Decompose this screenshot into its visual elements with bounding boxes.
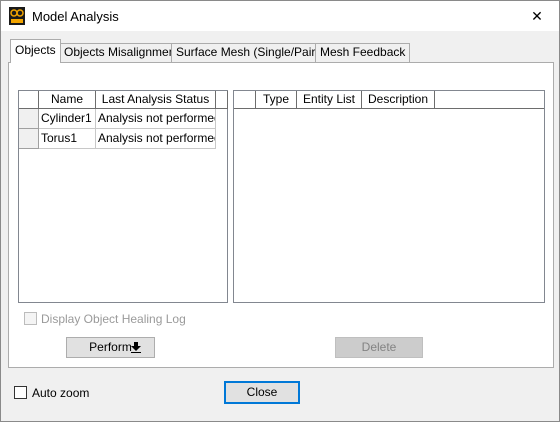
table-cell-status[interactable]: Analysis not performed	[96, 129, 216, 149]
tab-surface-mesh[interactable]: Surface Mesh (Single/Pairs)	[171, 43, 331, 62]
window-title: Model Analysis	[32, 9, 119, 24]
table-cell-status[interactable]: Analysis not performed	[96, 109, 216, 129]
tab-objects-misalignment[interactable]: Objects Misalignment	[59, 43, 184, 62]
tab-mesh-feedback[interactable]: Mesh Feedback	[315, 43, 411, 62]
column-header-entity-list[interactable]: Entity List	[297, 91, 362, 109]
auto-zoom-checkbox[interactable]	[14, 386, 27, 399]
column-header-filler	[216, 91, 228, 109]
app-logo-icon	[9, 7, 25, 25]
title-bar: Model Analysis ✕	[1, 1, 559, 31]
objects-table[interactable]: Name Last Analysis Status Cylinder1 Anal…	[18, 90, 228, 303]
column-header-filler	[435, 91, 544, 109]
results-table[interactable]: Type Entity List Description	[233, 90, 545, 303]
tab-objects-misalignment-label: Objects Misalignment	[64, 45, 179, 59]
perform-button-label: Perform	[89, 340, 132, 354]
row-header[interactable]	[19, 109, 39, 129]
auto-zoom-label: Auto zoom	[32, 386, 90, 400]
tab-objects-label: Objects	[15, 43, 56, 57]
close-button-label: Close	[246, 385, 278, 399]
table-cell-name[interactable]: Torus1	[39, 129, 96, 149]
objects-table-corner	[19, 91, 39, 109]
display-healing-log-label: Display Object Healing Log	[41, 312, 186, 326]
objects-tab-panel: Name Last Analysis Status Cylinder1 Anal…	[8, 62, 554, 368]
perform-button[interactable]: Perform	[66, 337, 155, 358]
arrow-down-icon	[131, 342, 141, 353]
tab-objects[interactable]: Objects	[10, 39, 61, 63]
delete-button-label: Delete	[361, 340, 397, 354]
table-cell-name[interactable]: Cylinder1	[39, 109, 96, 129]
row-header[interactable]	[19, 129, 39, 149]
close-window-icon[interactable]: ✕	[524, 6, 550, 26]
display-healing-log-checkbox[interactable]	[24, 312, 37, 325]
tab-surface-mesh-label: Surface Mesh (Single/Pairs)	[176, 45, 326, 59]
column-header-type[interactable]: Type	[256, 91, 297, 109]
column-header-description[interactable]: Description	[362, 91, 435, 109]
column-header-name[interactable]: Name	[39, 91, 96, 109]
tab-mesh-feedback-label: Mesh Feedback	[320, 45, 406, 59]
model-analysis-dialog: Model Analysis ✕ Objects Objects Misalig…	[0, 0, 560, 422]
delete-button[interactable]: Delete	[335, 337, 423, 358]
column-header-last-analysis-status[interactable]: Last Analysis Status	[96, 91, 216, 109]
close-button[interactable]: Close	[224, 381, 300, 404]
results-table-corner	[234, 91, 256, 109]
